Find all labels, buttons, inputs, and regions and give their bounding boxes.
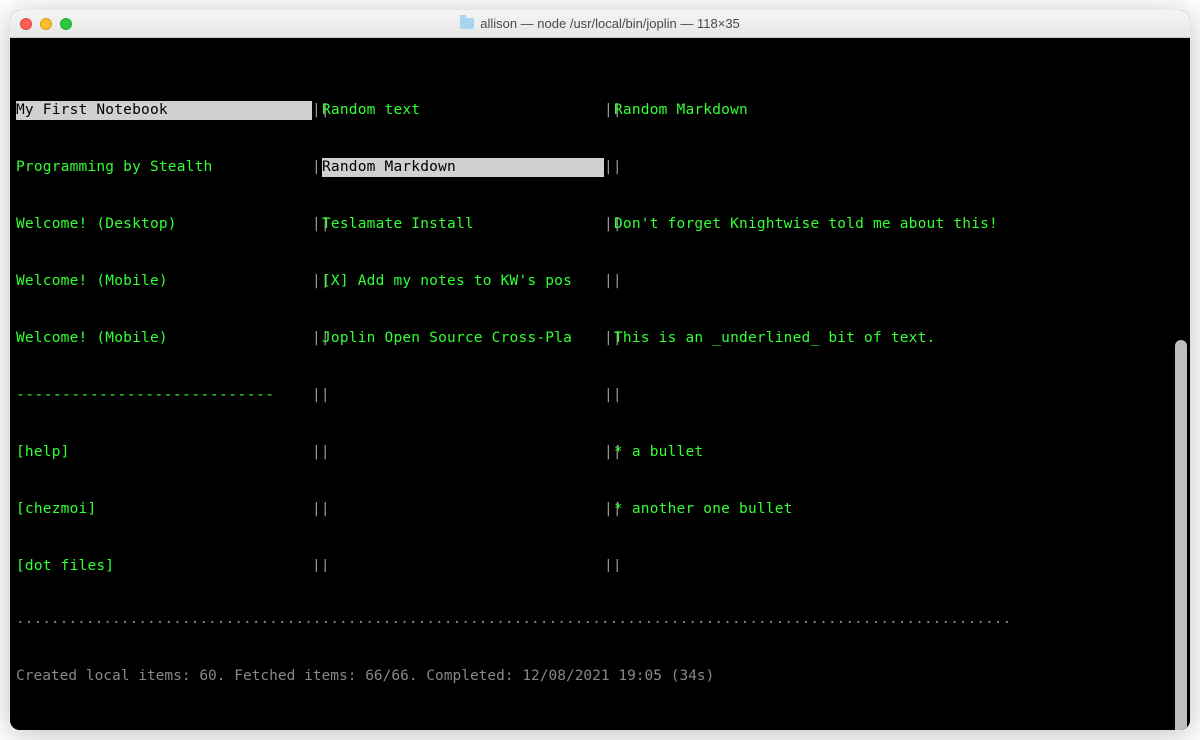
- note-item[interactable]: Joplin Open Source Cross-Pla: [322, 329, 604, 348]
- note-item[interactable]: Random text: [322, 101, 604, 120]
- preview-line: [614, 158, 1186, 177]
- traffic-lights: [20, 18, 72, 30]
- notebook-item[interactable]: [dot files]: [16, 557, 312, 572]
- notebook-item[interactable]: [help]: [16, 443, 312, 462]
- folder-icon: [460, 18, 474, 29]
- preview-line: Random Markdown: [614, 101, 1186, 120]
- close-icon[interactable]: [20, 18, 32, 30]
- status-bar: ........................................…: [10, 572, 1190, 730]
- status-divider: ........................................…: [16, 610, 1184, 629]
- preview-line: * a bullet: [614, 443, 1186, 462]
- note-item[interactable]: [X] Add my notes to KW's pos: [322, 272, 604, 291]
- terminal-window: allison — node /usr/local/bin/joplin — 1…: [10, 10, 1190, 730]
- zoom-icon[interactable]: [60, 18, 72, 30]
- preview-line: This is an _underlined_ bit of text.: [614, 329, 1186, 348]
- titlebar: allison — node /usr/local/bin/joplin — 1…: [10, 10, 1190, 38]
- notebook-item[interactable]: Welcome! (Mobile): [16, 272, 312, 291]
- notebook-item[interactable]: Welcome! (Mobile): [16, 329, 312, 348]
- notebook-item[interactable]: [chezmoi]: [16, 500, 312, 519]
- preview-line: * another one bullet: [614, 500, 1186, 519]
- notebook-item[interactable]: My First Notebook: [16, 101, 312, 120]
- scrollbar-thumb[interactable]: [1175, 340, 1187, 730]
- notebook-divider: ----------------------------: [16, 386, 312, 405]
- preview-line: [614, 386, 1186, 405]
- terminal-body[interactable]: My First Notebook|| Random text|| Random…: [10, 38, 1190, 572]
- scrollbar[interactable]: [1174, 40, 1188, 726]
- note-item[interactable]: Teslamate Install: [322, 215, 604, 234]
- status-text: Created local items: 60. Fetched items: …: [16, 667, 1184, 686]
- note-item[interactable]: Random Markdown: [322, 158, 604, 177]
- preview-line: Don't forget Knightwise told me about th…: [614, 215, 1186, 234]
- window-title: allison — node /usr/local/bin/joplin — 1…: [10, 16, 1190, 31]
- window-title-text: allison — node /usr/local/bin/joplin — 1…: [480, 16, 740, 31]
- preview-line: [614, 557, 1186, 572]
- preview-line: [614, 272, 1186, 291]
- notebook-item[interactable]: Welcome! (Desktop): [16, 215, 312, 234]
- minimize-icon[interactable]: [40, 18, 52, 30]
- notebook-item[interactable]: Programming by Stealth: [16, 158, 312, 177]
